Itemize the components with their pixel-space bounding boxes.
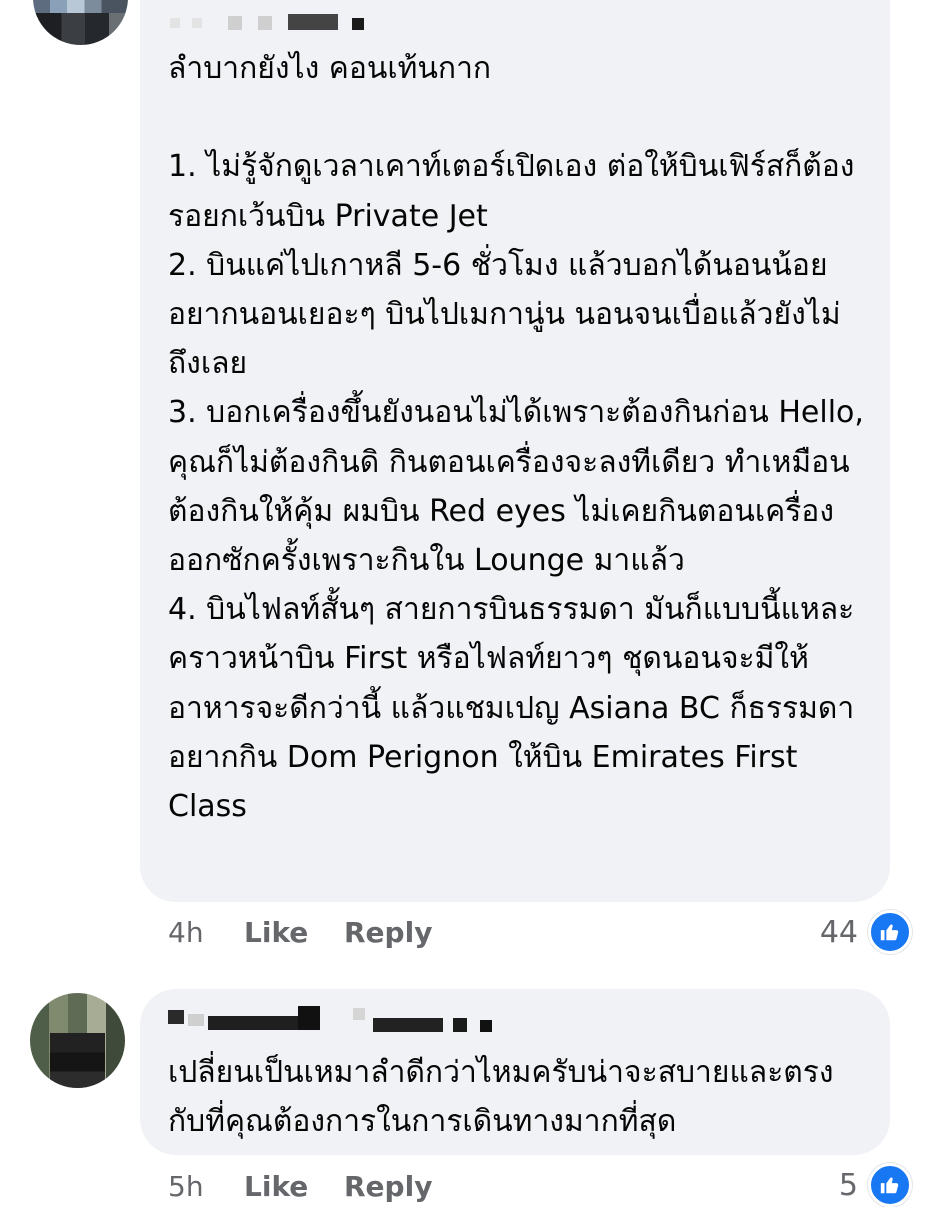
thumbs-up-icon: [868, 910, 912, 954]
redacted-commenter-name[interactable]: [168, 1006, 498, 1032]
like-link[interactable]: Like: [244, 1170, 344, 1203]
thumbs-up-icon: [868, 1163, 912, 1207]
commenter-avatar[interactable]: [33, 0, 128, 45]
comment-timestamp[interactable]: 5h: [168, 1170, 244, 1203]
comment-actions: 5h Like Reply: [168, 1170, 432, 1203]
reaction-summary[interactable]: 44: [820, 910, 912, 954]
comment-actions: 4h Like Reply: [168, 916, 432, 949]
comment-text: เปลี่ยนเป็นเหมาลำดีกว่าไหมครับน่าจะสบายแ…: [168, 1055, 834, 1140]
reply-link[interactable]: Reply: [344, 916, 432, 949]
avatar-pixelation: [33, 13, 128, 45]
comment-text: ลำบากยังไง คอนเท้นกาก 1. ไม่รู้จักดูเวลา…: [168, 51, 864, 825]
reaction-count: 5: [838, 1167, 858, 1203]
reaction-summary[interactable]: 5: [839, 1163, 912, 1207]
commenter-avatar[interactable]: [30, 993, 125, 1088]
reply-link[interactable]: Reply: [344, 1170, 432, 1203]
comment-timestamp[interactable]: 4h: [168, 916, 244, 949]
avatar-pixelation: [50, 1033, 105, 1088]
reaction-count: 44: [819, 914, 858, 950]
like-link[interactable]: Like: [244, 916, 344, 949]
redacted-commenter-name[interactable]: [170, 10, 370, 32]
